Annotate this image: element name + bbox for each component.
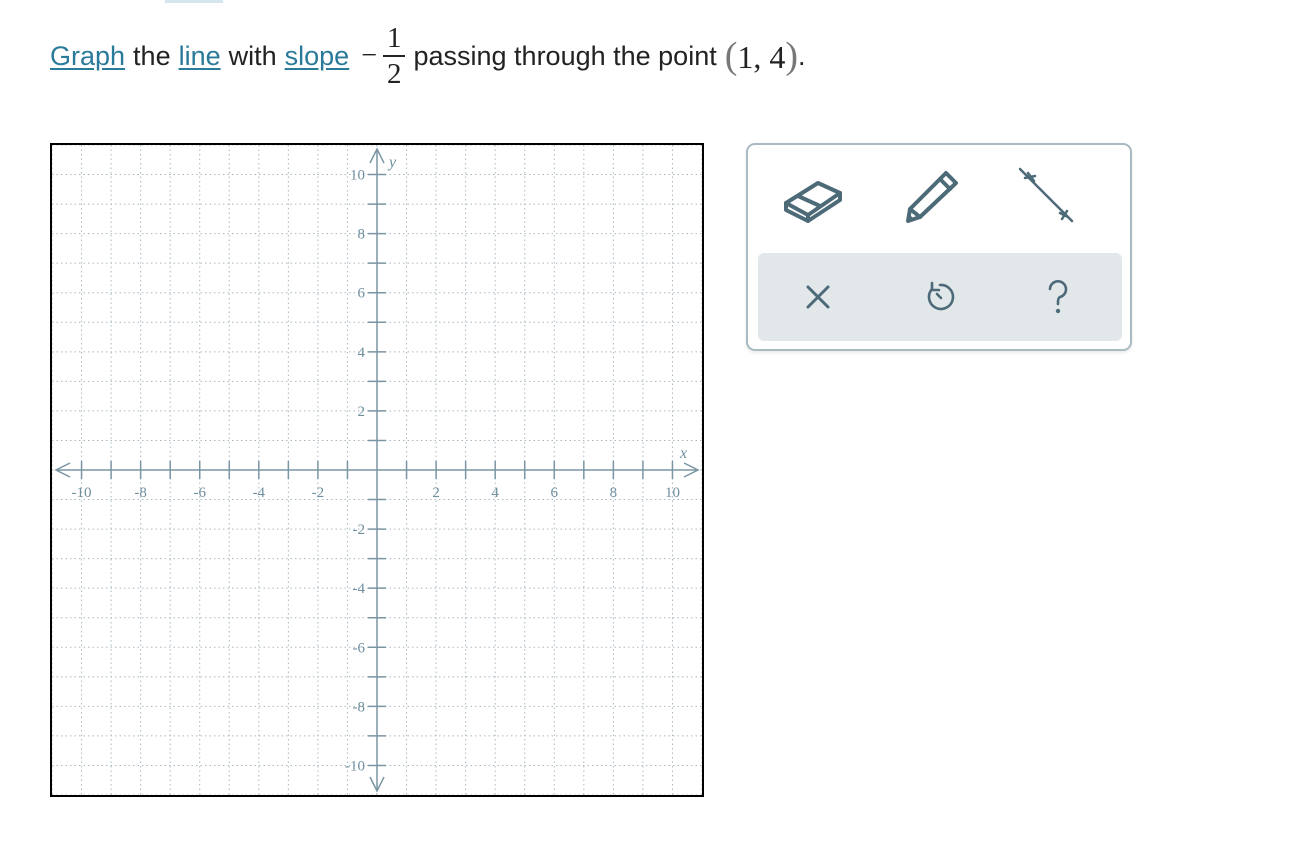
slope-minus-sign: −: [361, 40, 377, 71]
graph-link[interactable]: Graph: [50, 41, 125, 72]
y-tick-label: 10: [350, 168, 365, 184]
y-tick-label: 6: [358, 286, 366, 302]
slope-fraction: 1 2: [382, 21, 406, 91]
slope-denominator: 2: [386, 58, 402, 90]
x-tick-label: -2: [312, 485, 325, 501]
point-open-paren: (: [724, 35, 738, 77]
point-comma: ,: [753, 39, 762, 75]
coordinate-plane[interactable]: -10 -8 -6 -4 -2 2 4 6 8 10 10 8 6 4 2 -2 -4 -6 -8 -10 x y: [52, 145, 702, 795]
y-tick-label: -8: [353, 699, 366, 715]
line-segment-icon: [1018, 167, 1074, 223]
eraser-tool[interactable]: [778, 175, 846, 223]
undo-icon: [927, 281, 955, 311]
x-axis-label: x: [679, 445, 687, 462]
tick-labels: -10 -8 -6 -4 -2 2 4 6 8 10 10 8 6 4 2 -2 -4 -6 -8 -10: [72, 168, 680, 775]
toolbar-actions: [758, 253, 1122, 341]
y-tick-label: -6: [353, 640, 366, 656]
graph-canvas[interactable]: -10 -8 -6 -4 -2 2 4 6 8 10 10 8 6 4 2 -2 -4 -6 -8 -10 x y: [50, 143, 704, 797]
pencil-icon: [906, 171, 958, 223]
line-tool[interactable]: [1014, 163, 1078, 227]
slope-link[interactable]: slope: [285, 41, 350, 72]
line-link[interactable]: line: [179, 41, 221, 72]
slope-numerator: 1: [382, 21, 406, 57]
eraser-icon: [784, 181, 842, 223]
axes: [54, 147, 700, 793]
x-tick-label: 10: [665, 485, 680, 501]
graph-toolbar: [746, 143, 1132, 351]
close-icon: [806, 285, 830, 309]
x-tick-label: 4: [491, 485, 499, 501]
point-close-paren: ): [785, 35, 799, 77]
help-button[interactable]: [1036, 275, 1080, 319]
x-tick-label: -8: [134, 485, 147, 501]
y-tick-label: -4: [353, 581, 366, 597]
prompt-text-the: the: [133, 40, 171, 71]
y-axis-label: y: [387, 154, 397, 171]
question-prompt: Graph the line with slope − 1 2 passing …: [50, 14, 806, 98]
clear-button[interactable]: [796, 275, 840, 319]
y-tick-label: -2: [353, 522, 366, 538]
point-coordinates: (1, 4): [725, 34, 798, 78]
x-tick-label: 8: [610, 485, 618, 501]
help-icon: [1048, 280, 1068, 314]
y-tick-label: -10: [345, 758, 365, 774]
x-tick-label: 6: [551, 485, 559, 501]
prompt-text-passing: passing through the point: [413, 40, 717, 71]
point-x: 1: [737, 39, 754, 75]
pencil-tool[interactable]: [902, 169, 962, 225]
x-tick-label: 2: [432, 485, 440, 501]
top-accent-bar: [165, 0, 223, 3]
y-tick-label: 4: [358, 345, 366, 361]
y-tick-label: 8: [358, 227, 366, 243]
prompt-period: .: [798, 40, 806, 71]
x-tick-label: -4: [253, 485, 266, 501]
x-tick-label: -6: [193, 485, 206, 501]
x-tick-label: -10: [72, 485, 92, 501]
undo-button[interactable]: [918, 275, 962, 319]
y-tick-label: 2: [358, 404, 366, 420]
prompt-text-with: with: [228, 40, 277, 71]
point-y: 4: [769, 39, 786, 75]
